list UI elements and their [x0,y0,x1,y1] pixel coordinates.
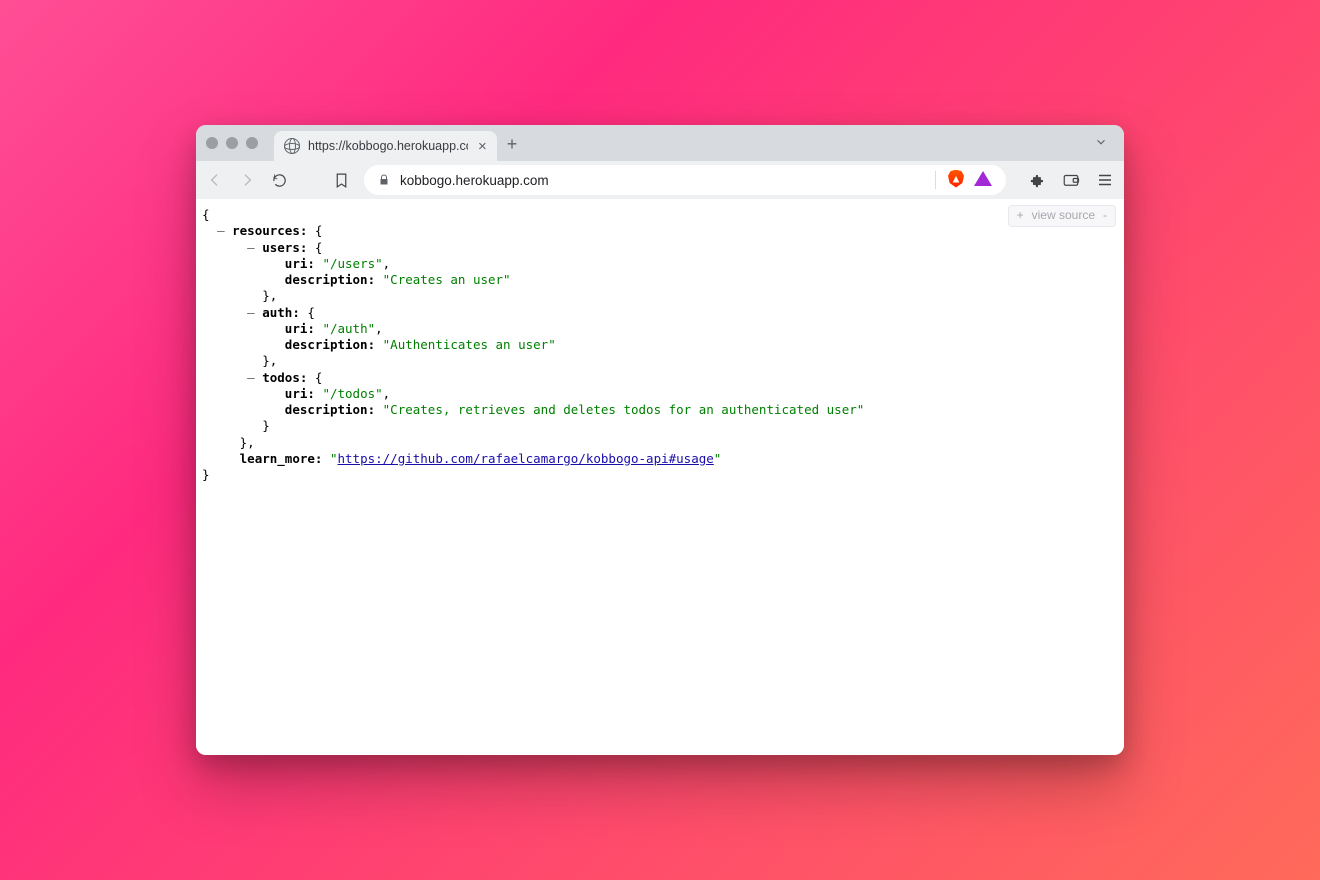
tab-title: https://kobbogo.herokuapp.com [308,139,468,153]
window-controls [206,137,258,149]
json-key-uri: uri: [285,321,315,336]
json-val-auth-desc: "Authenticates an user" [383,337,556,352]
close-tab-icon[interactable]: × [478,139,487,154]
json-key-todos: todos: [262,370,307,385]
close-window-dot[interactable] [206,137,218,149]
json-key-description: description: [285,337,375,352]
collapse-toggle[interactable]: – [247,370,255,385]
browser-tab[interactable]: https://kobbogo.herokuapp.com × [274,131,497,161]
tabs-dropdown-icon[interactable] [1094,135,1114,152]
extensions-icon[interactable] [1028,171,1046,189]
expand-icon[interactable]: + [1017,208,1024,224]
forward-button[interactable] [238,172,256,188]
wallet-icon[interactable] [1062,171,1080,189]
collapse-icon[interactable]: - [1103,208,1107,224]
minimize-window-dot[interactable] [226,137,238,149]
brave-shield-icon[interactable] [948,170,964,191]
globe-icon [284,138,300,154]
maximize-window-dot[interactable] [246,137,258,149]
json-val-todos-uri: "/todos" [322,386,382,401]
bookmark-button[interactable] [332,172,350,189]
json-val-auth-uri: "/auth" [322,321,375,336]
learn-more-link[interactable]: https://github.com/rafaelcamargo/kobbogo… [338,451,714,466]
view-source-widget[interactable]: + view source - [1008,205,1116,227]
json-val-todos-desc: "Creates, retrieves and deletes todos fo… [383,402,865,417]
brave-rewards-icon[interactable] [974,171,992,189]
collapse-toggle[interactable]: – [217,223,225,238]
back-button[interactable] [206,172,224,188]
collapse-toggle[interactable]: – [247,240,255,255]
json-body: { – resources: { – users: { uri: "/users… [202,207,1118,483]
view-source-label: view source [1032,208,1095,224]
json-key-auth: auth: [262,305,300,320]
toolbar-divider [935,171,936,189]
tab-bar: https://kobbogo.herokuapp.com × + [196,125,1124,161]
json-key-description: description: [285,402,375,417]
json-key-resources: resources: [232,223,307,238]
page-content: + view source - { – resources: { – users… [196,199,1124,755]
new-tab-button[interactable]: + [507,134,518,155]
menu-icon[interactable] [1096,171,1114,189]
json-key-description: description: [285,272,375,287]
json-key-learn-more: learn_more: [240,451,323,466]
json-key-uri: uri: [285,256,315,271]
json-val-users-desc: "Creates an user" [383,272,511,287]
lock-icon [378,174,390,186]
address-bar[interactable]: kobbogo.herokuapp.com [364,165,1006,195]
json-val-users-uri: "/users" [322,256,382,271]
reload-button[interactable] [270,172,288,189]
address-url: kobbogo.herokuapp.com [400,173,549,188]
toolbar: kobbogo.herokuapp.com [196,161,1124,199]
collapse-toggle[interactable]: – [247,305,255,320]
browser-window: https://kobbogo.herokuapp.com × + kobbog… [196,125,1124,755]
json-key-uri: uri: [285,386,315,401]
json-key-users: users: [262,240,307,255]
